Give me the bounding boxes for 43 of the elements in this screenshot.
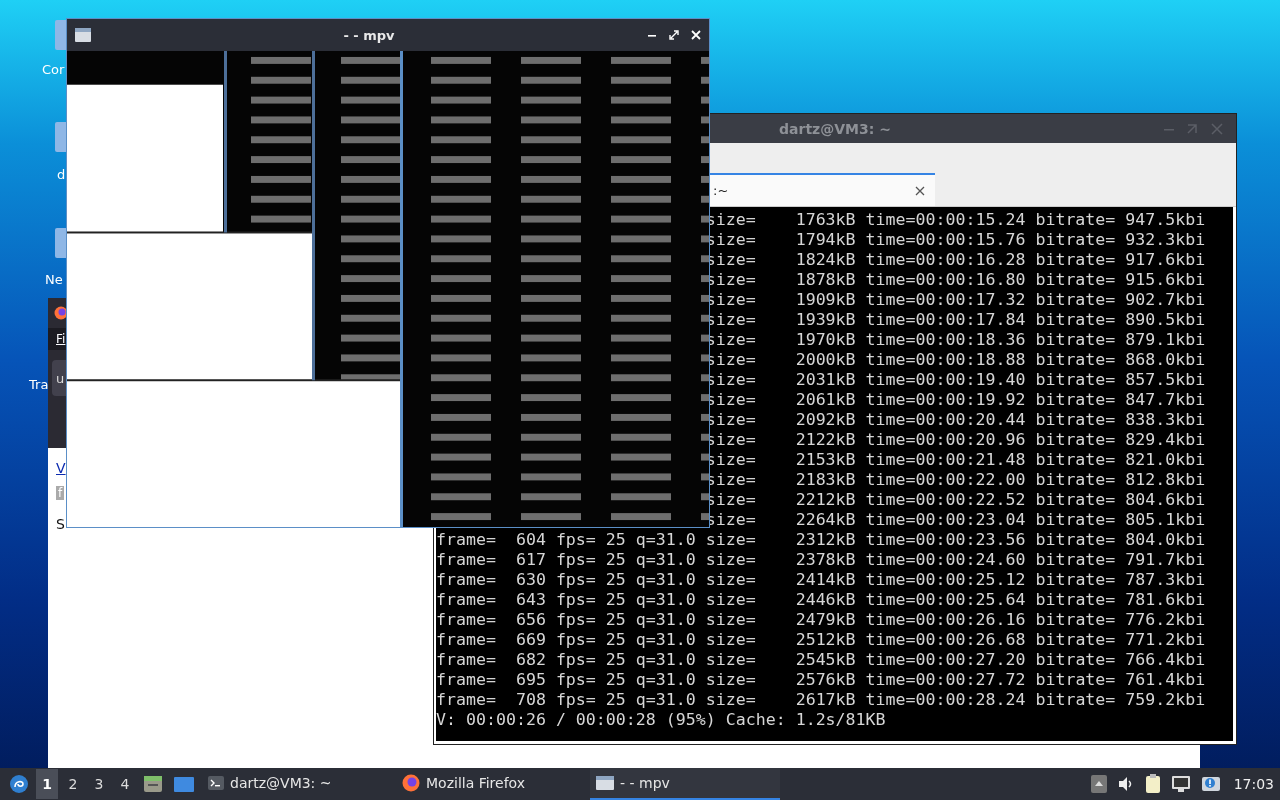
taskbar-button[interactable]: - - mpv — [590, 768, 780, 800]
terminal-line: frame= 669 fps= 25 q=31.0 size= 2512kB time=00:00:26.68 bitrate= 771.2kbi — [436, 630, 1206, 649]
terminal-line: frame= 617 fps= 25 q=31.0 size= 2378kB time=00:00:24.60 bitrate= 791.7kbi — [436, 550, 1206, 569]
desktop-icon-label[interactable]: Ne — [45, 272, 63, 288]
terminal-line: frame= 682 fps= 25 q=31.0 size= 2545kB time=00:00:27.20 bitrate= 766.4kbi — [436, 650, 1206, 669]
show-desktop-icon[interactable] — [143, 775, 163, 793]
workspace-button[interactable]: 2 — [62, 769, 84, 799]
window-title: - - mpv — [342, 27, 396, 43]
terminal-icon — [208, 775, 224, 791]
taskbar-button[interactable]: Mozilla Firefox — [396, 768, 586, 800]
clock[interactable]: 17:03 — [1233, 776, 1274, 792]
terminal-line: frame= 708 fps= 25 q=31.0 size= 2617kB time=00:00:28.24 bitrate= 759.2kbi — [436, 690, 1206, 709]
page-tag: f — [56, 486, 65, 500]
terminal-line: frame= 630 fps= 25 q=31.0 size= 2414kB time=00:00:25.12 bitrate= 787.3kbi — [436, 570, 1206, 589]
desktop-icon-label[interactable]: Tra — [29, 377, 49, 393]
window-app-icon — [596, 776, 614, 790]
network-icon[interactable] — [1170, 775, 1191, 793]
tab-label: :~ — [713, 183, 729, 198]
workspace-button[interactable]: 3 — [88, 769, 110, 799]
terminal-line: frame= 695 fps= 25 q=31.0 size= 2576kB time=00:00:27.72 bitrate= 761.4kbi — [436, 670, 1206, 689]
menu-item[interactable]: Fi — [56, 332, 66, 346]
taskbar-button[interactable]: dartz@VM3: ~ — [202, 768, 392, 800]
page-text: S — [56, 516, 65, 532]
expand-tray-icon[interactable] — [1090, 775, 1107, 793]
start-menu-icon[interactable] — [9, 774, 29, 794]
browser-logo-icon — [54, 306, 68, 320]
notification-icon[interactable] — [1200, 775, 1221, 793]
page-link[interactable]: V — [56, 460, 66, 476]
desktop-icon-label[interactable]: d — [57, 167, 66, 183]
terminal-line: frame= 656 fps= 25 q=31.0 size= 2479kB time=00:00:26.16 bitrate= 776.2kbi — [436, 610, 1206, 629]
window-title: dartz@VM3: ~ — [779, 120, 891, 137]
maximize-icon[interactable] — [669, 30, 679, 40]
workspace-button[interactable]: 1 — [36, 769, 58, 799]
clipboard-icon[interactable] — [1144, 774, 1161, 794]
terminal-line: V: 00:00:26 / 00:00:28 (95%) Cache: 1.2s/81KB — [436, 710, 886, 730]
window-app-icon — [75, 28, 91, 42]
browser-icon — [402, 774, 420, 792]
workspace-button[interactable]: 4 — [114, 769, 136, 799]
terminal-line: frame= 643 fps= 25 q=31.0 size= 2446kB time=00:00:25.64 bitrate= 781.6kbi — [436, 590, 1206, 609]
window-icon[interactable] — [173, 775, 195, 793]
terminal-line: frame= 604 fps= 25 q=31.0 size= 2312kB time=00:00:23.56 bitrate= 804.0kbi — [436, 530, 1206, 549]
close-icon[interactable] — [915, 185, 925, 196]
terminal-tab[interactable]: :~ — [710, 173, 935, 206]
